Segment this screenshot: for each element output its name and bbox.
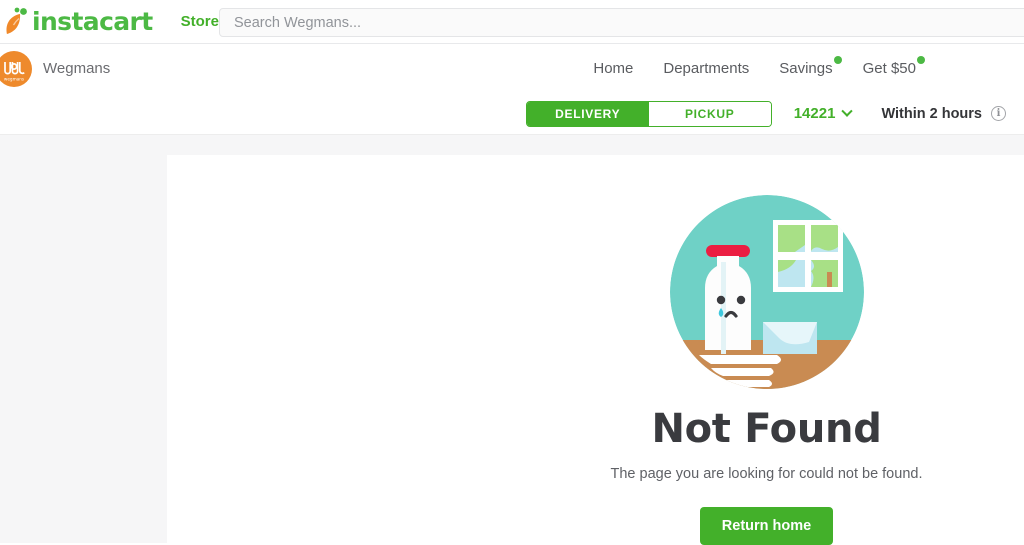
wegmans-logo-icon: wegmans <box>0 50 32 87</box>
instacart-logo[interactable]: instacart <box>4 0 153 44</box>
zip-code-label: 14221 <box>793 105 836 122</box>
nav-item-home[interactable]: Home <box>593 60 633 77</box>
current-store[interactable]: wegmans Wegmans <box>0 50 111 87</box>
content-panel: Not Found The page you are looking for c… <box>167 155 1024 545</box>
svg-text:wegmans: wegmans <box>4 76 24 81</box>
search-input[interactable] <box>234 14 1024 31</box>
main-navigation: Home Departments Savings Get $50 <box>593 56 1024 77</box>
delivery-eta: Within 2 hours i <box>881 106 1006 122</box>
zip-code-selector[interactable]: 14221 <box>793 105 854 122</box>
notification-dot-icon <box>833 56 842 64</box>
page-title: Not Found <box>651 406 882 452</box>
nav-label: Savings <box>779 60 833 77</box>
store-name-label: Wegmans <box>43 60 111 77</box>
info-circle-icon[interactable]: i <box>991 106 1006 121</box>
search-bar[interactable] <box>219 8 1024 37</box>
return-home-button[interactable]: Return home <box>699 507 834 545</box>
store-nav-bar: wegmans Wegmans Home Departments Savings… <box>0 44 1024 93</box>
pickup-toggle-button[interactable]: PICKUP <box>648 101 771 126</box>
nav-label: Departments <box>663 60 750 77</box>
delivery-pickup-toggle: DELIVERY PICKUP <box>525 100 772 127</box>
delivery-options-bar: DELIVERY PICKUP 14221 Within 2 hours i <box>0 93 1024 135</box>
instacart-wordmark: instacart <box>32 7 153 36</box>
sad-milk-bottle-illustration <box>669 195 864 389</box>
nav-item-departments[interactable]: Departments <box>663 60 749 77</box>
notification-dot-icon <box>917 56 925 64</box>
not-found-block: Not Found The page you are looking for c… <box>167 155 1024 545</box>
eta-label: Within 2 hours <box>881 105 982 122</box>
nav-label: Home <box>593 60 634 77</box>
page-subtitle: The page you are looking for could not b… <box>610 466 923 482</box>
delivery-toggle-button[interactable]: DELIVERY <box>526 101 649 126</box>
nav-label: Get $50 <box>862 60 916 77</box>
wegmans-mark: wegmans <box>0 51 31 86</box>
carrot-icon <box>6 7 27 34</box>
chevron-down-icon <box>841 105 854 117</box>
nav-item-get-50[interactable]: Get $50 <box>862 56 925 77</box>
nav-item-savings[interactable]: Savings <box>779 56 842 77</box>
top-header-bar: instacart Stores <box>0 0 1024 44</box>
